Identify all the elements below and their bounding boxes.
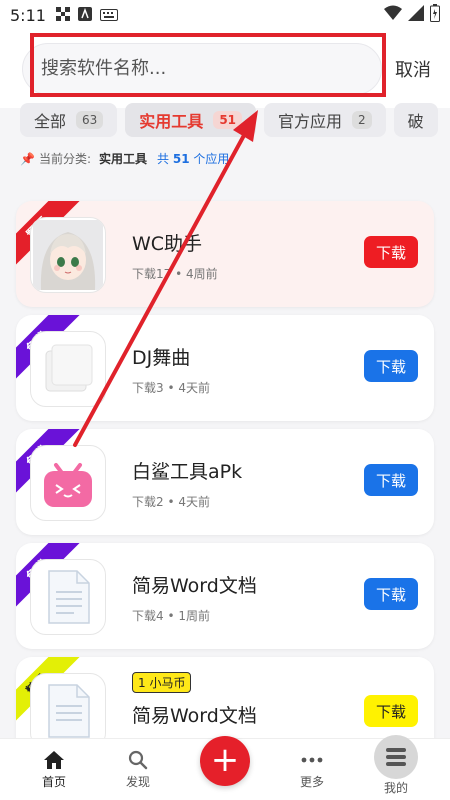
nav-mine[interactable]: 我的: [366, 735, 426, 796]
nav-discover[interactable]: 发现: [108, 747, 168, 790]
nav-label: 发现: [125, 775, 150, 789]
app-card[interactable]: 置顶 WC助手 下载17 • 4周前 下载: [16, 201, 434, 307]
profile-avatar: [374, 735, 418, 779]
download-button[interactable]: 下载: [364, 695, 418, 727]
add-button[interactable]: +: [200, 736, 250, 786]
app-card[interactable]: 免费 DJ舞曲 下载3 • 4天前 下载: [16, 315, 434, 421]
search-icon: [108, 747, 168, 773]
app-card[interactable]: 免费 白鲨工具aPk 下载2 • 4天前 下载: [16, 429, 434, 535]
app-name: DJ舞曲: [132, 347, 191, 369]
price-tag: 1 小马币: [132, 672, 192, 693]
app-meta: 下载4 • 1周前: [132, 609, 210, 623]
home-icon: [24, 747, 84, 773]
tab-count: 2: [352, 111, 372, 129]
nav-label: 首页: [41, 775, 66, 789]
nav-label: 我的: [383, 781, 408, 795]
app-a-icon: [77, 6, 92, 25]
battery-icon: [430, 4, 440, 26]
tab-official-apps[interactable]: 官方应用 2: [264, 103, 386, 137]
category-prefix: 当前分类:: [38, 152, 91, 166]
app-meta: 下载17 • 4周前: [132, 267, 218, 281]
status-bar: 5:11: [0, 0, 450, 30]
app-name: 简易Word文档: [132, 705, 257, 727]
category-name: 实用工具: [99, 152, 148, 166]
app-meta: 下载2 • 4天前: [132, 495, 210, 509]
total-suffix: 个应用: [193, 152, 230, 166]
nav-home[interactable]: 首页: [24, 747, 84, 790]
download-button[interactable]: 下载: [364, 464, 418, 496]
download-button[interactable]: 下载: [364, 578, 418, 610]
document-icon: [30, 559, 106, 635]
anime-avatar-icon: [30, 217, 106, 293]
status-time: 5:11: [10, 5, 46, 25]
search-header: 取消: [0, 30, 450, 108]
tab-utilities[interactable]: 实用工具 51: [125, 103, 257, 137]
tab-count: 51: [213, 111, 243, 129]
tab-all[interactable]: 全部 63: [20, 103, 118, 137]
category-total: 共 51 个应用: [157, 150, 229, 167]
annotation-highlight-box: [30, 33, 386, 97]
tab-label: 破: [407, 112, 424, 131]
signal-icon: [408, 5, 424, 25]
current-category: 📌 当前分类: 实用工具 共 51 个应用: [20, 150, 229, 167]
cancel-button[interactable]: 取消: [395, 56, 431, 82]
app-card[interactable]: 免费 简易Word文档 下载4 • 1周前 下载: [16, 543, 434, 649]
tv-mascot-icon: [30, 445, 106, 521]
tab-label: 实用工具: [139, 112, 204, 131]
app-name: 白鲨工具aPk: [132, 461, 243, 483]
total-count: 51: [172, 152, 190, 166]
total-prefix: 共: [157, 152, 170, 166]
category-tabs: 全部 63 实用工具 51 官方应用 2 破: [20, 103, 438, 139]
tab-label: 官方应用: [278, 112, 343, 131]
more-dots-icon: [282, 747, 342, 773]
nav-more[interactable]: 更多: [282, 747, 342, 790]
app-name: WC助手: [132, 233, 203, 255]
download-button[interactable]: 下载: [364, 350, 418, 382]
stack-icon: [386, 748, 406, 766]
pin-icon: 📌: [20, 151, 35, 166]
tab-partial[interactable]: 破: [393, 103, 438, 137]
grid-icon: [55, 6, 70, 25]
keyboard-icon: [99, 6, 118, 25]
nav-label: 更多: [299, 775, 324, 789]
download-button[interactable]: 下载: [364, 236, 418, 268]
tab-count: 63: [76, 111, 104, 129]
wifi-icon: [384, 5, 402, 25]
app-name: 简易Word文档: [132, 575, 257, 597]
app-meta: 下载3 • 4天前: [132, 381, 210, 395]
generic-app-icon: [30, 331, 106, 407]
tab-label: 全部: [34, 112, 67, 131]
